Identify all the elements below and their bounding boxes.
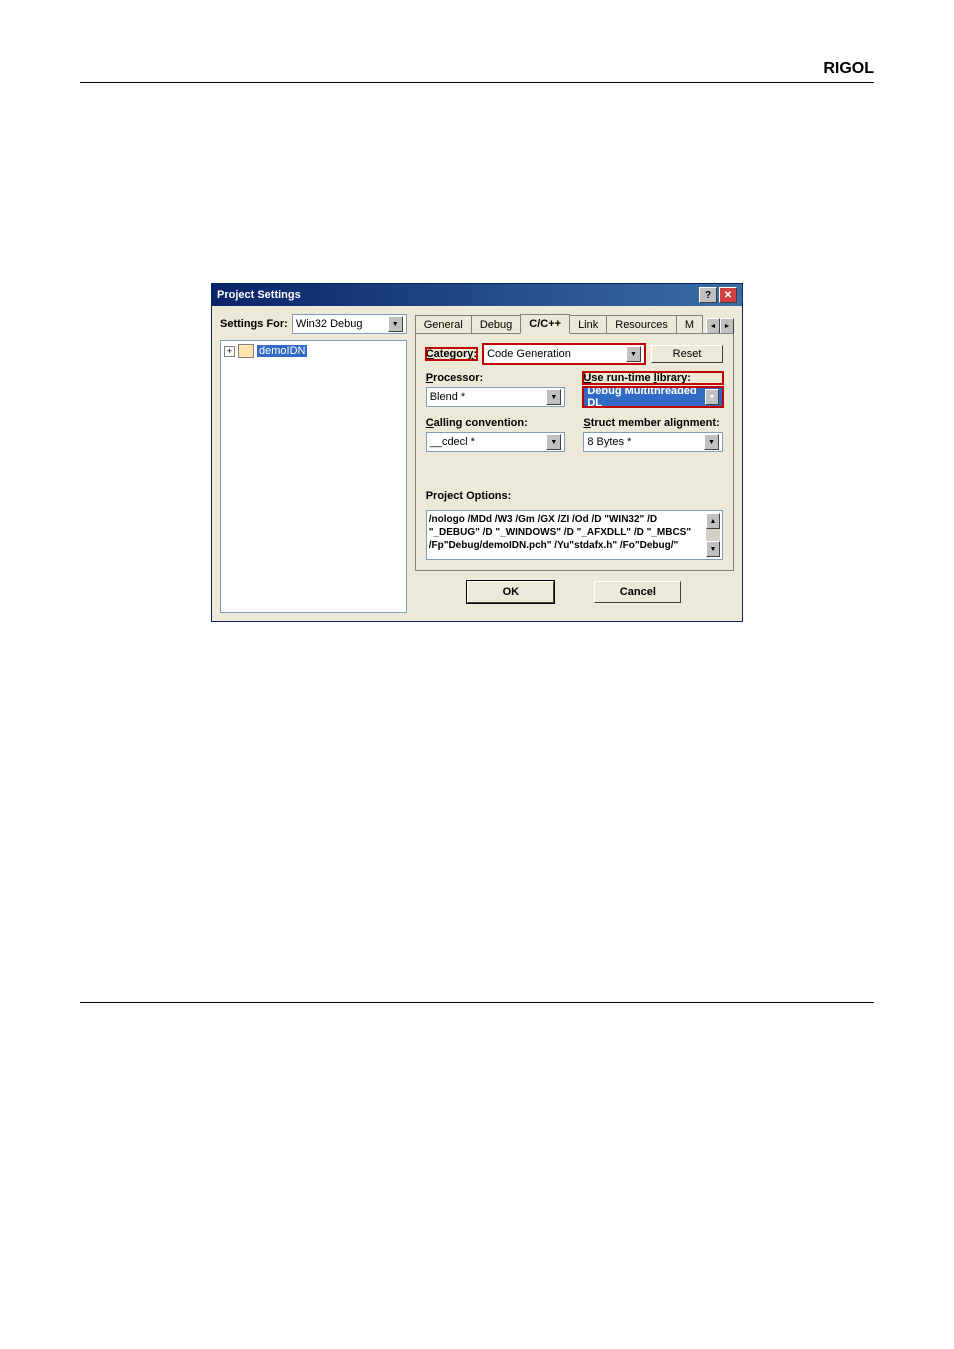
help-button[interactable]: ?: [699, 287, 717, 303]
ok-button[interactable]: OK: [467, 581, 554, 603]
chevron-down-icon: ▼: [546, 434, 561, 450]
calling-combo[interactable]: __cdecl * ▼: [426, 432, 566, 452]
scroll-track[interactable]: [706, 529, 720, 541]
runtime-value: Debug Multithreaded DL: [587, 385, 705, 409]
runtime-combo[interactable]: Debug Multithreaded DL ▼: [583, 387, 723, 407]
cancel-button[interactable]: Cancel: [594, 581, 681, 603]
tab-cpp[interactable]: C/C++: [520, 314, 570, 334]
project-options-label: Project Options:: [426, 490, 723, 502]
project-tree[interactable]: + demoIDN: [220, 340, 407, 613]
project-icon: [238, 344, 254, 358]
settings-for-value: Win32 Debug: [296, 318, 363, 330]
tab-scroll-left[interactable]: ◄: [706, 318, 720, 334]
reset-button[interactable]: Reset: [651, 345, 723, 363]
titlebar: Project Settings ? ✕: [212, 284, 742, 306]
tab-link[interactable]: Link: [569, 315, 607, 334]
dialog-title: Project Settings: [217, 289, 301, 301]
tree-item-label: demoIDN: [257, 345, 307, 357]
tab-more[interactable]: M: [676, 315, 703, 334]
runtime-label: Use run-time library:: [583, 372, 723, 384]
align-value: 8 Bytes *: [587, 436, 631, 448]
align-label: Struct member alignment:: [583, 417, 723, 429]
scroll-up-icon[interactable]: ▲: [706, 513, 720, 529]
scrollbar[interactable]: ▲ ▼: [706, 513, 720, 557]
category-value: Code Generation: [487, 348, 571, 360]
calling-label: Calling convention:: [426, 417, 566, 429]
chevron-down-icon: ▼: [704, 434, 719, 450]
page-brand: RIGOL: [80, 60, 874, 83]
processor-value: Blend *: [430, 391, 465, 403]
align-combo[interactable]: 8 Bytes * ▼: [583, 432, 723, 452]
tree-item[interactable]: + demoIDN: [224, 344, 403, 358]
project-options-box[interactable]: /nologo /MDd /W3 /Gm /GX /ZI /Od /D "WIN…: [426, 510, 723, 560]
chevron-down-icon: ▼: [705, 389, 719, 405]
tab-resources[interactable]: Resources: [606, 315, 677, 334]
tab-debug[interactable]: Debug: [471, 315, 521, 334]
project-options-text: /nologo /MDd /W3 /Gm /GX /ZI /Od /D "WIN…: [429, 513, 706, 557]
project-settings-dialog: Project Settings ? ✕ Settings For: Win32…: [211, 283, 743, 622]
processor-label: Processor:: [426, 372, 566, 384]
scroll-down-icon[interactable]: ▼: [706, 541, 720, 557]
category-combo[interactable]: Code Generation ▼: [483, 344, 645, 364]
tab-strip: General Debug C/C++ Link Resources M ◄ ►: [415, 314, 734, 334]
category-label: Category:: [426, 348, 477, 360]
chevron-down-icon: ▼: [626, 346, 641, 362]
close-button[interactable]: ✕: [719, 287, 737, 303]
processor-combo[interactable]: Blend * ▼: [426, 387, 566, 407]
tab-general[interactable]: General: [415, 315, 472, 334]
expand-icon[interactable]: +: [224, 346, 235, 357]
chevron-down-icon: ▼: [388, 316, 403, 332]
settings-for-label: Settings For:: [220, 318, 288, 330]
chevron-down-icon: ▼: [546, 389, 561, 405]
calling-value: __cdecl *: [430, 436, 475, 448]
settings-for-combo[interactable]: Win32 Debug ▼: [292, 314, 407, 334]
tab-scroll-right[interactable]: ►: [720, 318, 734, 334]
page-footer-rule: [80, 1002, 874, 1003]
